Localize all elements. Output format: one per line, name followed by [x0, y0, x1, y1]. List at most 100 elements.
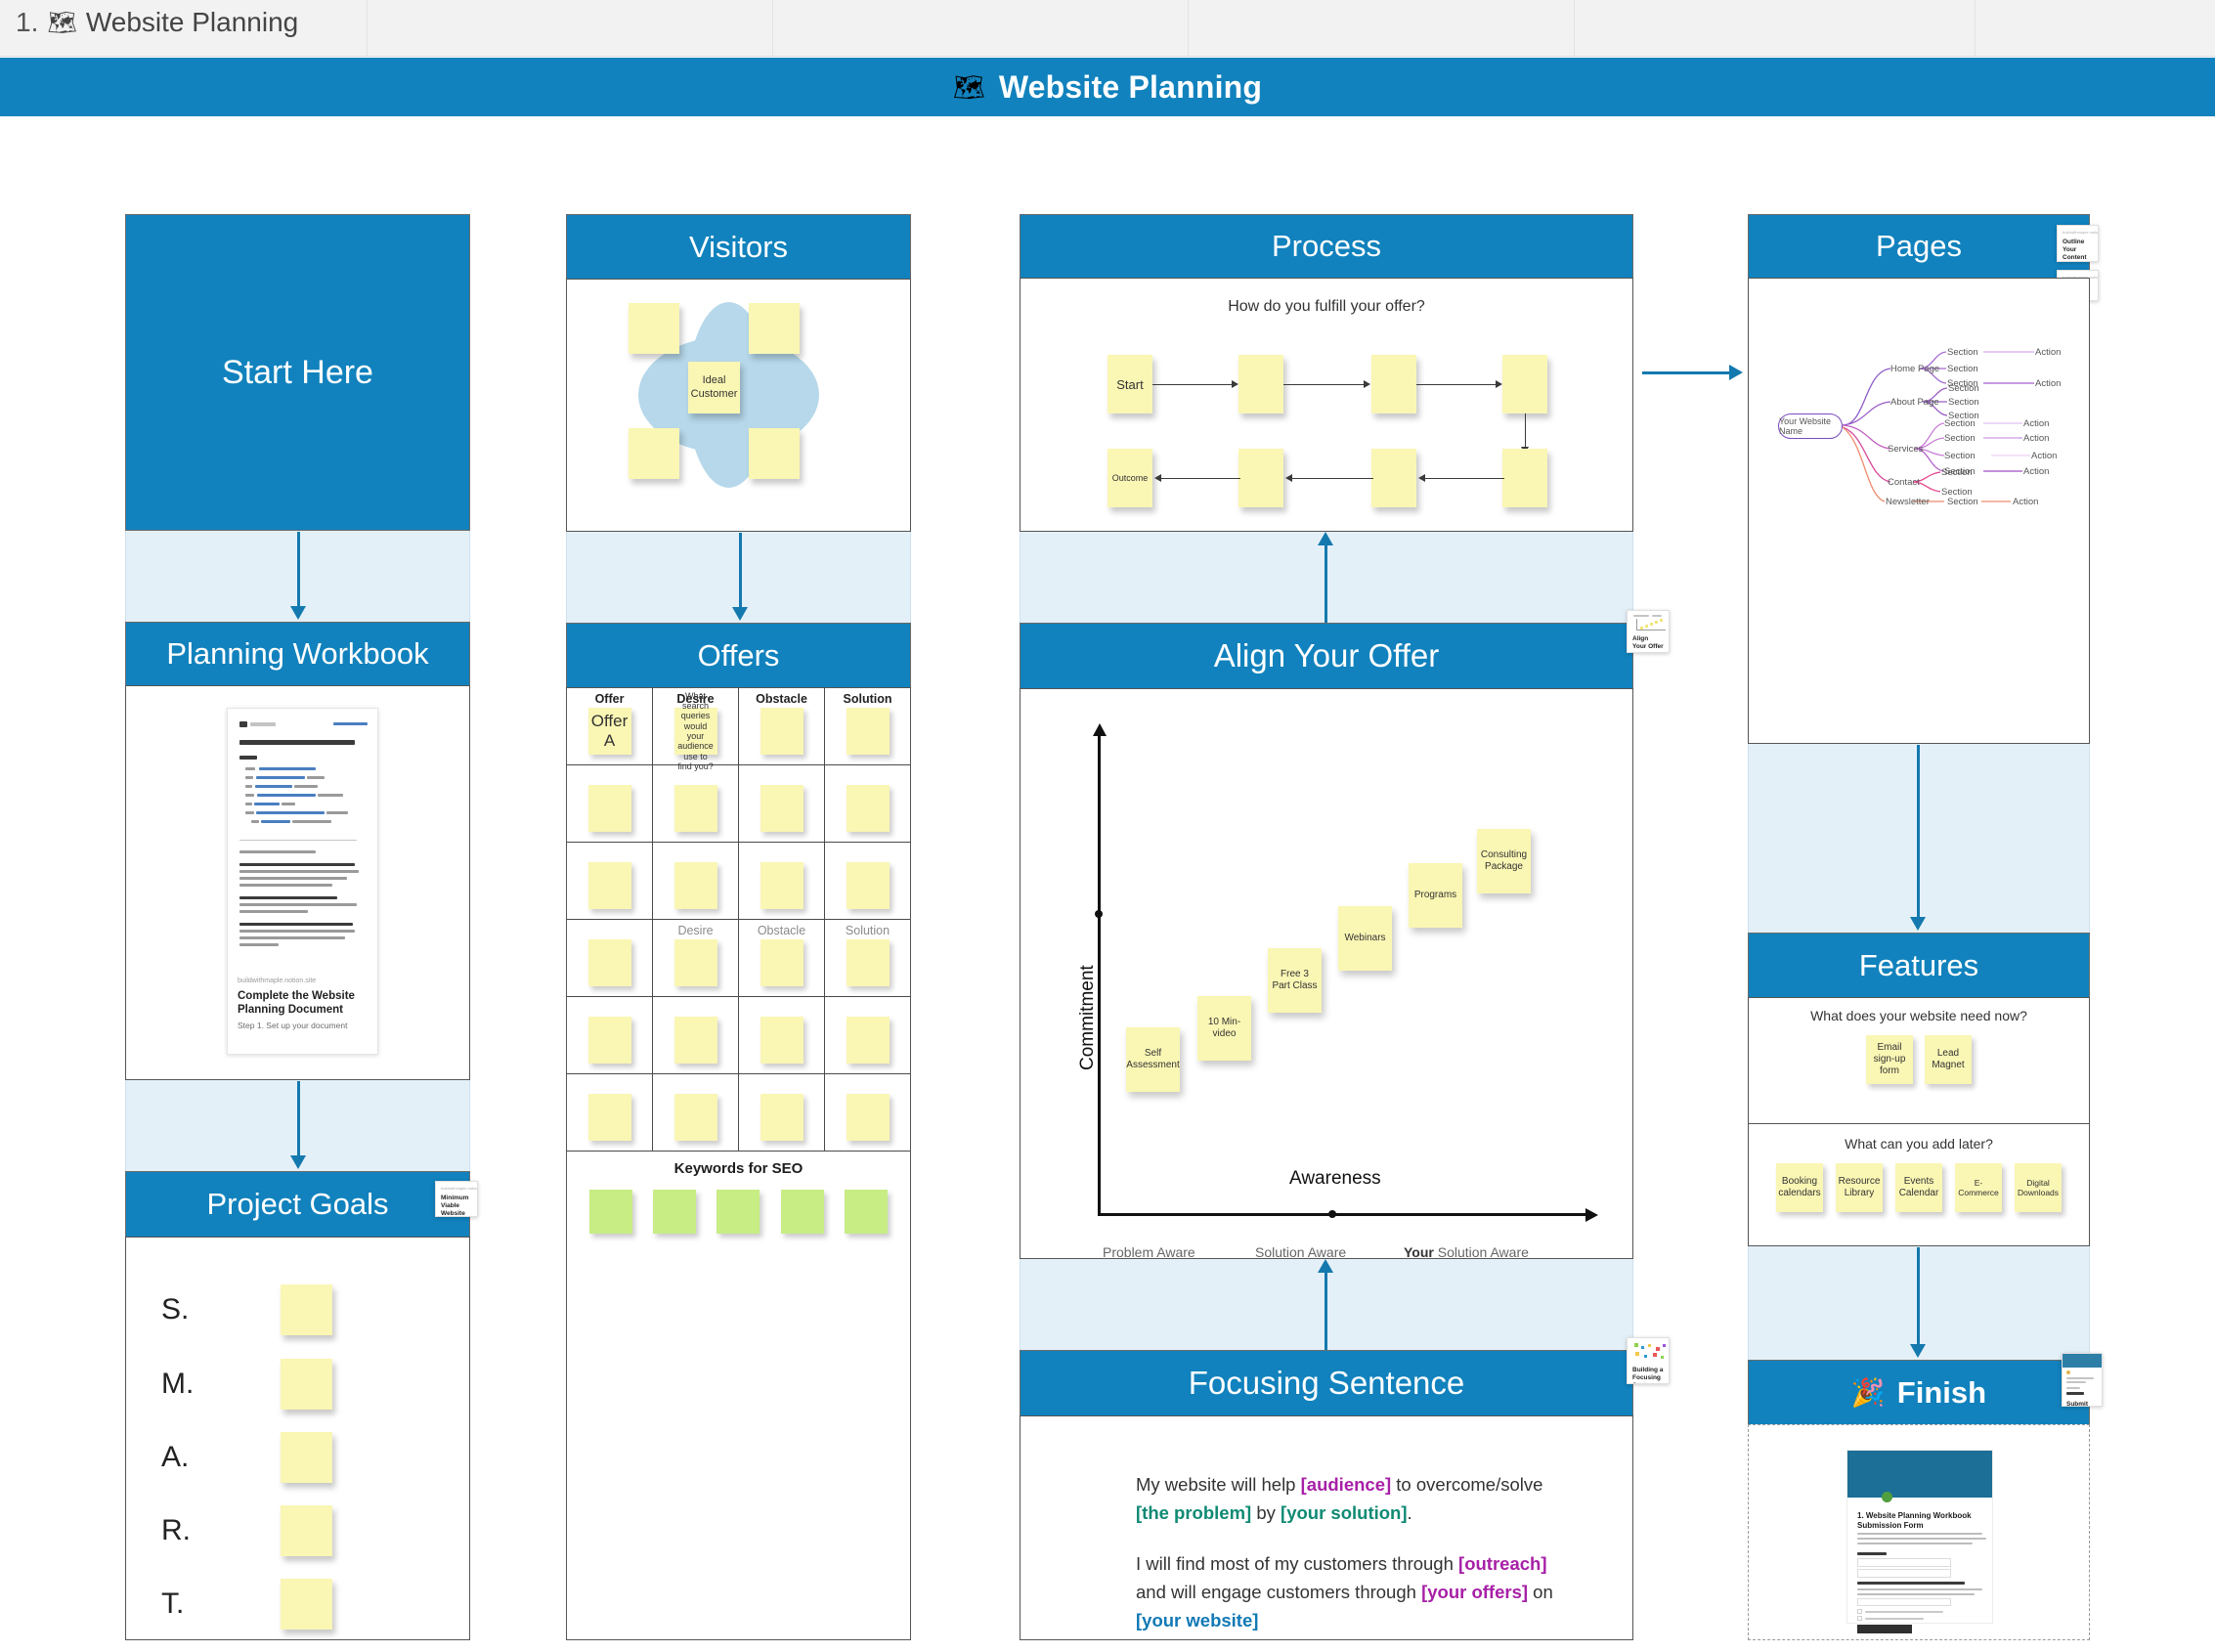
mindmap-section[interactable]: Section	[1947, 497, 1978, 507]
process-node-top-3[interactable]	[1371, 355, 1416, 413]
sticky-note[interactable]	[673, 939, 717, 986]
card-focusing-sentence[interactable]: Focusing Sentence Building a Focusing Se…	[1020, 1337, 1670, 1640]
offers-cell[interactable]	[739, 997, 825, 1074]
sticky-note[interactable]	[846, 708, 890, 755]
offers-cell[interactable]	[825, 765, 910, 843]
offers-cell[interactable]: Desire	[653, 920, 739, 997]
sticky-note-keyword[interactable]	[780, 1190, 824, 1234]
sticky-note[interactable]: Offer A	[587, 708, 631, 755]
offers-cell[interactable]	[739, 1074, 825, 1152]
mindmap-action[interactable]: Action	[2023, 418, 2049, 429]
sticky-note[interactable]	[673, 785, 717, 832]
card-process[interactable]: Process How do you fulfill your offer? S…	[1020, 214, 1633, 532]
mindmap-section[interactable]: Section	[1944, 418, 1976, 429]
focusing-sentence-thumbnail[interactable]: Building a Focusing Sentence Combine aud…	[1627, 1337, 1670, 1384]
mindmap-section[interactable]: Section	[1948, 397, 1979, 408]
mindmap-section[interactable]: Section	[1944, 433, 1976, 444]
finish-form-preview[interactable]: 1. Website Planning Workbook Submission …	[1846, 1450, 1993, 1633]
sticky-note-keyword[interactable]	[653, 1190, 697, 1234]
chart-point-webinars[interactable]: Webinars	[1338, 906, 1392, 971]
sticky-note-r[interactable]	[281, 1505, 332, 1556]
sticky-note-keyword[interactable]	[845, 1190, 889, 1234]
chart-point-programs[interactable]: Programs	[1409, 863, 1462, 928]
sticky-note-s[interactable]	[281, 1284, 332, 1335]
card-visitors[interactable]: Visitors Ideal Customer	[566, 214, 911, 532]
offers-cell[interactable]	[567, 843, 653, 920]
mindmap-action[interactable]: Action	[2013, 497, 2038, 507]
workbook-document-preview[interactable]: buildwithmaple.notion.site Complete the …	[227, 708, 378, 1055]
mindmap-action[interactable]: Action	[2035, 378, 2061, 389]
sticky-note[interactable]	[760, 708, 803, 755]
card-features[interactable]: Features What does your website need now…	[1748, 933, 2090, 1246]
sticky-note-visitor-tl[interactable]	[629, 303, 679, 354]
sticky-note[interactable]	[587, 785, 631, 832]
sticky-note-feature[interactable]: Events Calendar	[1895, 1163, 1942, 1212]
sticky-note[interactable]	[760, 1017, 803, 1064]
sticky-note[interactable]	[846, 939, 890, 986]
offers-cell[interactable]: Solution	[825, 920, 910, 997]
offers-cell[interactable]: Obstacle	[739, 688, 825, 765]
sticky-note[interactable]	[587, 939, 631, 986]
mindmap-action[interactable]: Action	[2031, 451, 2057, 461]
process-node-outcome[interactable]: Outcome	[1108, 449, 1152, 507]
mindmap-action[interactable]: Action	[2023, 433, 2049, 444]
mindmap-branch-home-page[interactable]: Home Page	[1890, 364, 1939, 374]
mindmap-branch-services[interactable]: Services	[1888, 444, 1923, 455]
offers-cell[interactable]	[567, 997, 653, 1074]
sticky-note-keyword[interactable]	[717, 1190, 760, 1234]
sticky-note-a[interactable]	[281, 1432, 332, 1483]
card-offers[interactable]: Offers Offer Offer A Desire What search …	[566, 623, 911, 1640]
process-node-top-4[interactable]	[1502, 355, 1547, 413]
mindmap-branch-contact[interactable]: Contact	[1888, 477, 1920, 488]
offers-cell[interactable]	[567, 920, 653, 997]
project-goals-thumbnail[interactable]: buildwithmaple.notion.site Minimum Viabl…	[435, 1181, 478, 1217]
mindmap-section[interactable]: Section	[1947, 364, 1978, 374]
card-planning-workbook[interactable]: Planning Workbook buildwithmaple.notion.…	[125, 622, 470, 1080]
sticky-note[interactable]	[673, 862, 717, 909]
card-pages[interactable]: Pages buildwithmaple.notion.site Outline…	[1748, 214, 2099, 744]
card-project-goals[interactable]: Project Goals buildwithmaple.notion.site…	[125, 1171, 478, 1640]
breadcrumb-label[interactable]: Website Planning	[86, 7, 298, 38]
sticky-note[interactable]	[760, 862, 803, 909]
card-align-your-offer[interactable]: Align Your Offer Align Your Offer A char…	[1020, 610, 1670, 1259]
pages-thumbnail-1[interactable]: buildwithmaple.notion.site Outline Your …	[2057, 225, 2099, 262]
mindmap-branch-newsletter[interactable]: Newsletter	[1886, 497, 1930, 507]
mindmap-root[interactable]: Your Website Name	[1778, 413, 1843, 439]
sticky-note-feature[interactable]: Digital Downloads	[2015, 1163, 2062, 1212]
sticky-note[interactable]	[760, 785, 803, 832]
sticky-note-visitor-tr[interactable]	[749, 303, 800, 354]
mindmap-section[interactable]: Section	[1941, 467, 1973, 478]
mindmap-action[interactable]: Action	[2035, 347, 2061, 358]
offers-cell[interactable]	[567, 1074, 653, 1152]
sticky-note-keyword[interactable]	[588, 1190, 632, 1234]
process-node-bottom-4[interactable]	[1502, 449, 1547, 507]
process-node-bottom-2[interactable]	[1238, 449, 1283, 507]
mindmap-section[interactable]: Section	[1944, 451, 1976, 461]
sticky-note-feature[interactable]: Lead Magnet	[1925, 1035, 1972, 1084]
process-node-start[interactable]: Start	[1108, 355, 1152, 413]
sticky-note[interactable]	[587, 1094, 631, 1141]
mindmap-section[interactable]: Section	[1947, 347, 1978, 358]
sticky-note[interactable]	[587, 862, 631, 909]
sticky-note-feature[interactable]: Email sign-up form	[1866, 1035, 1913, 1084]
sticky-note[interactable]: What search queries would your audience …	[673, 691, 717, 771]
sticky-note-feature[interactable]: Resource Library	[1836, 1163, 1883, 1212]
sticky-note-t[interactable]	[281, 1579, 332, 1630]
sticky-note-feature[interactable]: Booking calendars	[1776, 1163, 1823, 1212]
process-node-bottom-3[interactable]	[1371, 449, 1416, 507]
offers-cell[interactable]	[653, 843, 739, 920]
sticky-note-feature[interactable]: E-Commerce	[1955, 1163, 2002, 1212]
offers-cell[interactable]	[653, 1074, 739, 1152]
sticky-note[interactable]	[673, 1094, 717, 1141]
chart-point-free-3-part-class[interactable]: Free 3 Part Class	[1268, 948, 1322, 1013]
sticky-note[interactable]	[846, 1094, 890, 1141]
finish-thumbnail[interactable]: Submit Your Website Planning Document Se…	[2062, 1353, 2103, 1407]
sticky-note-visitor-br[interactable]	[749, 428, 800, 479]
sticky-note[interactable]	[760, 939, 803, 986]
chart-point-consulting-package[interactable]: Consulting Package	[1477, 829, 1531, 893]
offers-cell[interactable]: Obstacle	[739, 920, 825, 997]
offers-cell[interactable]: Desire What search queries would your au…	[653, 688, 739, 771]
chart-point-10-min-video[interactable]: 10 Min-video	[1197, 996, 1251, 1061]
sticky-note[interactable]	[846, 862, 890, 909]
offers-cell[interactable]: Solution	[825, 688, 910, 765]
